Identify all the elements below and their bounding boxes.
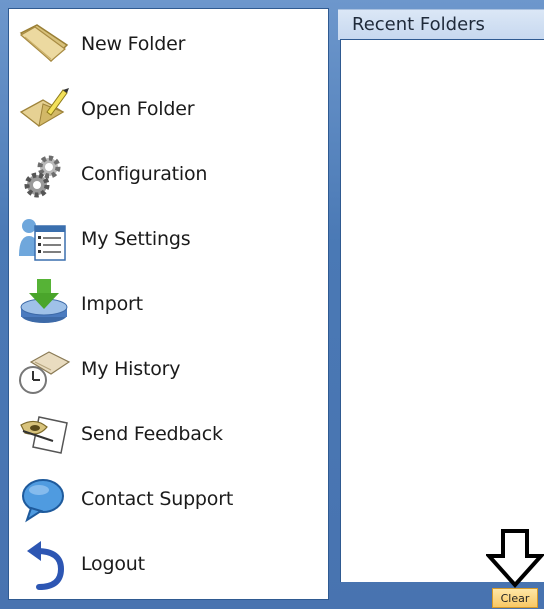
menu-item-send-feedback[interactable]: Send Feedback [9,403,328,465]
app-window: New Folder Open Folder Configuration My … [0,0,544,609]
menu-item-label: Contact Support [81,488,234,510]
main-menu-panel: New Folder Open Folder Configuration My … [8,8,329,600]
feedback-icon [17,407,71,461]
menu-item-label: My History [81,358,181,380]
menu-item-logout[interactable]: Logout [9,533,328,595]
menu-item-label: Configuration [81,163,208,185]
open-folder-icon [17,82,71,136]
user-settings-icon [17,212,71,266]
logout-arrow-icon [17,537,71,591]
gears-icon [17,147,71,201]
menu-item-my-settings[interactable]: My Settings [9,208,328,270]
speech-bubble-icon [17,472,71,526]
menu-item-label: Logout [81,553,145,575]
menu-item-label: Send Feedback [81,423,223,445]
menu-item-label: My Settings [81,228,191,250]
menu-item-label: New Folder [81,33,186,55]
recent-folders-header: Recent Folders [338,9,544,40]
menu-item-my-history[interactable]: My History [9,338,328,400]
menu-item-open-folder[interactable]: Open Folder [9,78,328,140]
new-folder-icon [17,17,71,71]
menu-item-label: Open Folder [81,98,195,120]
down-arrow-icon [486,529,544,588]
menu-item-import[interactable]: Import [9,273,328,335]
menu-item-contact-support[interactable]: Contact Support [9,468,328,530]
menu-item-new-folder[interactable]: New Folder [9,13,328,75]
menu-item-configuration[interactable]: Configuration [9,143,328,205]
clear-button[interactable]: Clear [492,588,538,608]
import-icon [17,277,71,331]
history-icon [17,342,71,396]
recent-folders-title: Recent Folders [352,14,485,35]
recent-folders-list[interactable] [340,39,544,582]
menu-item-label: Import [81,293,143,315]
